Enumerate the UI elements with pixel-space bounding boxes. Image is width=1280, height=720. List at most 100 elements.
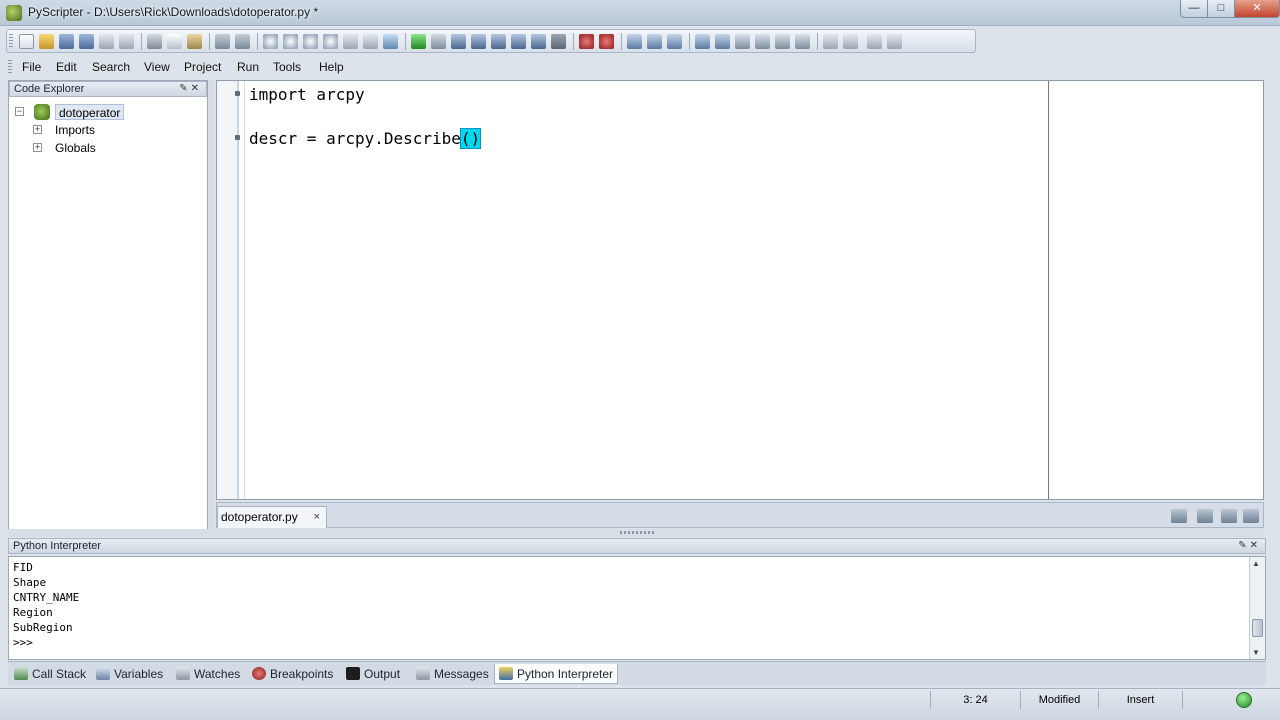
tab-label: Messages (434, 667, 489, 681)
collapse-icon[interactable]: − (15, 107, 24, 116)
step-into-icon[interactable] (471, 34, 486, 49)
menu-search[interactable]: Search (88, 59, 134, 75)
tree-item-imports[interactable]: + Imports (9, 121, 207, 139)
vertical-scrollbar[interactable]: ▲ ▼ (1249, 557, 1265, 659)
tab-watches[interactable]: Watches (172, 664, 244, 684)
goto-line-icon[interactable] (343, 34, 358, 49)
splitter-grip[interactable] (620, 531, 656, 534)
tabify-icon[interactable] (775, 34, 790, 49)
code-line[interactable]: import arcpy (249, 85, 365, 104)
step-out-icon[interactable] (511, 34, 526, 49)
tab-python-interpreter[interactable]: Python Interpreter (494, 664, 618, 684)
interpreter-console[interactable]: FID Shape CNTRY_NAME Region SubRegion >>… (8, 556, 1266, 660)
toolbar-grip[interactable] (9, 34, 13, 49)
menu-bar: File Edit Search View Project Run Tools … (6, 57, 1270, 77)
close-button[interactable]: ✕ (1234, 0, 1280, 18)
print-preview-icon[interactable] (119, 34, 134, 49)
tree-item-module[interactable]: − dotoperator (9, 103, 207, 121)
copy-icon[interactable] (167, 34, 182, 49)
code-line[interactable]: descr = arcpy.Describe() (249, 128, 482, 149)
layout-dropdown-icon[interactable] (843, 34, 858, 49)
view-options-dropdown-icon[interactable] (887, 34, 902, 49)
tab-output[interactable]: Output (342, 664, 408, 684)
pin-icon[interactable]: ✎ (1238, 540, 1249, 551)
run-to-cursor-icon[interactable] (451, 34, 466, 49)
tree-item-globals[interactable]: + Globals (9, 139, 207, 157)
line-gutter[interactable] (217, 81, 239, 499)
title-bar: PyScripter - D:\Users\Rick\Downloads\dot… (0, 0, 1280, 26)
tab-variables[interactable]: Variables (92, 664, 168, 684)
bookmark-icon[interactable] (363, 34, 378, 49)
split-editor-icon[interactable] (1221, 509, 1237, 523)
tab-dotoperator[interactable]: dotoperator.py × (217, 506, 327, 528)
close-icon[interactable]: ✕ (191, 83, 202, 94)
paste-icon[interactable] (187, 34, 202, 49)
redo-icon[interactable] (235, 34, 250, 49)
navigation-history-icon[interactable] (667, 34, 682, 49)
dedent-icon[interactable] (715, 34, 730, 49)
code-editor[interactable]: import arcpy descr = arcpy.Describe() (216, 80, 1264, 500)
menu-tools[interactable]: Tools (269, 59, 305, 75)
forward-icon[interactable] (647, 34, 662, 49)
clear-breakpoints-icon[interactable] (599, 34, 614, 49)
run-icon[interactable] (411, 34, 426, 49)
fold-margin[interactable] (239, 81, 245, 499)
tab-breakpoints[interactable]: Breakpoints (248, 664, 340, 684)
find-in-files-icon[interactable] (323, 34, 338, 49)
help-icon[interactable] (383, 34, 398, 49)
menu-help[interactable]: Help (315, 59, 348, 75)
pin-icon[interactable]: ✎ (179, 83, 190, 94)
view-options-icon[interactable] (867, 34, 882, 49)
save-all-icon[interactable] (79, 34, 94, 49)
toolbar-separator (405, 33, 406, 50)
menu-grip[interactable] (8, 60, 12, 74)
menu-run[interactable]: Run (233, 59, 263, 75)
debug-icon[interactable] (431, 34, 446, 49)
vertical-splitter[interactable] (208, 80, 214, 530)
status-bar: 3: 24 Modified Insert (0, 688, 1280, 720)
step-over-icon[interactable] (491, 34, 506, 49)
menu-file[interactable]: File (18, 59, 45, 75)
show-whitespace-icon[interactable] (795, 34, 810, 49)
find-icon[interactable] (263, 34, 278, 49)
tab-list-icon[interactable] (1197, 509, 1213, 523)
maximize-button[interactable]: □ (1207, 0, 1235, 18)
uncomment-icon[interactable] (755, 34, 770, 49)
print-icon[interactable] (99, 34, 114, 49)
toolbar-separator (141, 33, 142, 50)
tab-label: Watches (194, 667, 241, 681)
open-folder-icon[interactable] (39, 34, 54, 49)
insert-mode-indicator[interactable]: Insert (1098, 691, 1182, 709)
toggle-breakpoint-icon[interactable] (579, 34, 594, 49)
find-next-icon[interactable] (283, 34, 298, 49)
console-line: FID (13, 561, 33, 574)
expand-icon[interactable]: + (33, 125, 42, 134)
stop-icon[interactable] (551, 34, 566, 49)
save-icon[interactable] (59, 34, 74, 49)
close-all-tabs-icon[interactable] (1243, 509, 1259, 523)
menu-edit[interactable]: Edit (52, 59, 81, 75)
replace-icon[interactable] (303, 34, 318, 49)
new-file-tab-icon[interactable] (1171, 509, 1187, 523)
layout-icon[interactable] (823, 34, 838, 49)
back-icon[interactable] (627, 34, 642, 49)
menu-view[interactable]: View (140, 59, 174, 75)
expand-icon[interactable]: + (33, 143, 42, 152)
scroll-down-icon[interactable]: ▼ (1252, 648, 1260, 657)
horizontal-splitter[interactable] (8, 529, 1264, 537)
menu-project[interactable]: Project (180, 59, 225, 75)
console-prompt[interactable]: >>> (13, 636, 33, 649)
tab-messages[interactable]: Messages (412, 664, 492, 684)
pause-icon[interactable] (531, 34, 546, 49)
minimize-button[interactable]: — (1180, 0, 1208, 18)
scroll-up-icon[interactable]: ▲ (1252, 559, 1260, 568)
tab-call-stack[interactable]: Call Stack (10, 664, 88, 684)
close-icon[interactable]: ✕ (1250, 540, 1261, 551)
indent-icon[interactable] (695, 34, 710, 49)
cut-icon[interactable] (147, 34, 162, 49)
undo-icon[interactable] (215, 34, 230, 49)
new-file-icon[interactable] (19, 34, 34, 49)
scroll-thumb[interactable] (1252, 619, 1263, 637)
tab-close-icon[interactable]: × (314, 507, 320, 527)
comment-icon[interactable] (735, 34, 750, 49)
